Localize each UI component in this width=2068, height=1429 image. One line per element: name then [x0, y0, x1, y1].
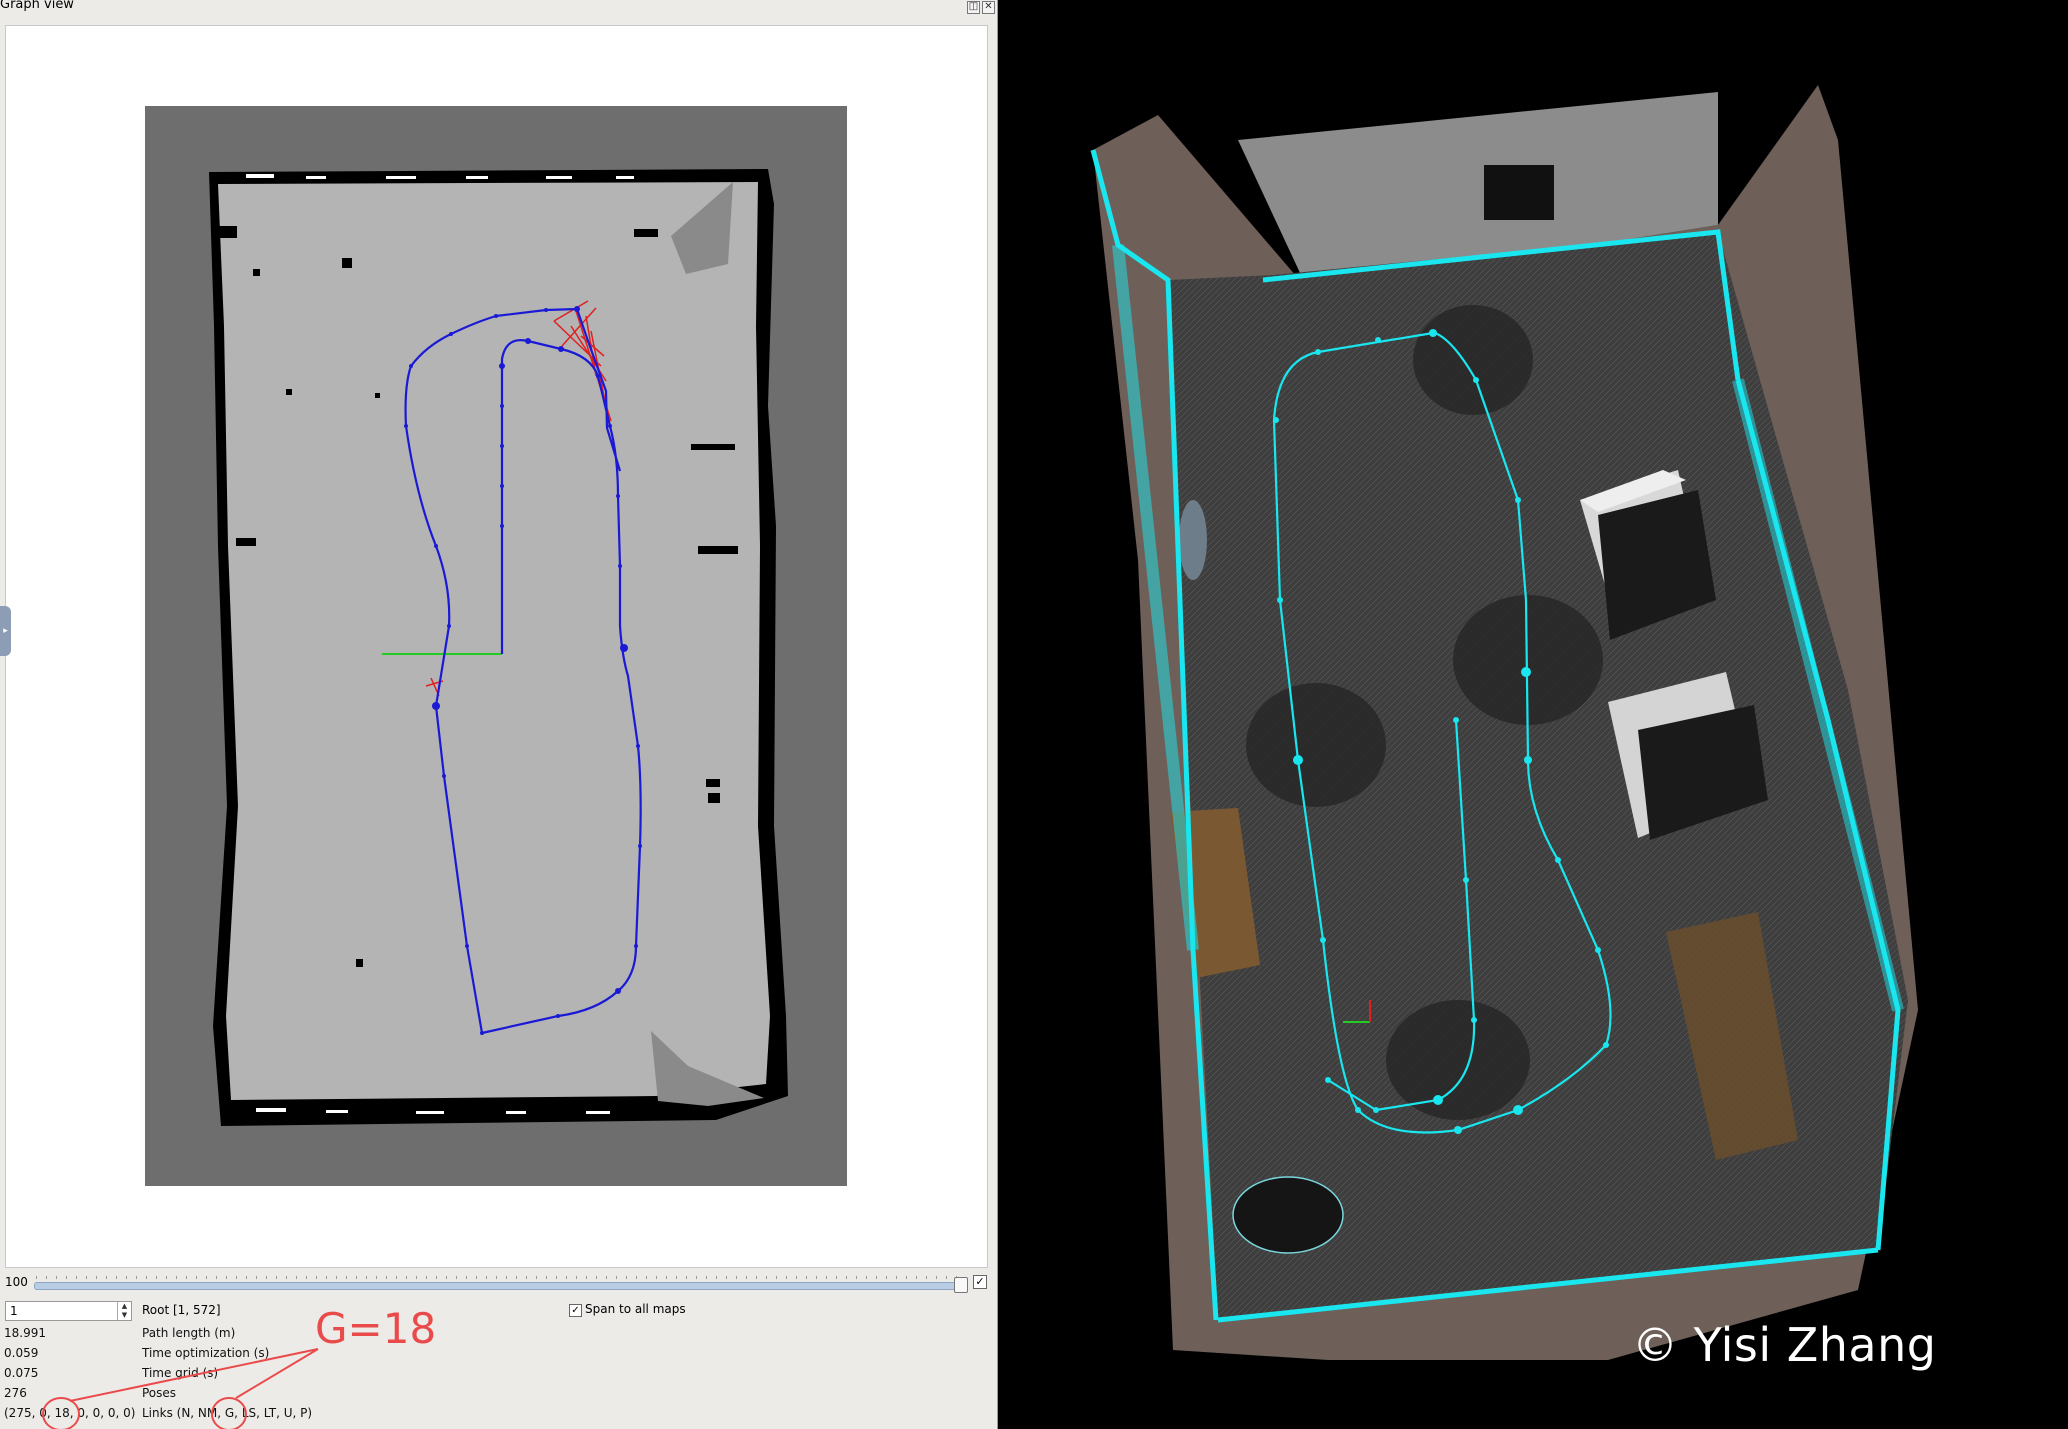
copyright-watermark: © Yisi Zhang [1632, 1318, 1937, 1372]
map-slider-handle[interactable] [954, 1277, 968, 1293]
slider-checkbox[interactable]: ✓ [973, 1275, 987, 1289]
span-all-maps-checkbox[interactable]: ✓ [569, 1304, 582, 1317]
slider-value: 100 [5, 1275, 28, 1289]
map-free-space [218, 182, 770, 1100]
corner-object [1232, 1176, 1344, 1254]
span-all-maps-label: Span to all maps [585, 1302, 686, 1316]
graph-view-panel: Graph view ◫ ✕ ▸ 100 ✓ 1 ▲ ▼ Root [1, 57… [0, 0, 998, 1429]
annotation-pointer-right [235, 1348, 319, 1399]
annotation-circle-g-value [42, 1397, 80, 1429]
point-cloud-render [1090, 85, 1918, 1360]
slider-ticks [36, 1276, 962, 1279]
annotation-text: G=18 [315, 1304, 437, 1353]
person-figure [1179, 500, 1207, 580]
wall-opening [1484, 165, 1554, 220]
annotation-pointer-left [69, 1348, 319, 1402]
side-panel-handle[interactable]: ▸ [0, 606, 11, 656]
point-cloud-3d-view[interactable] [998, 0, 2068, 1429]
annotation-circle-g-label [211, 1397, 247, 1429]
graph-canvas[interactable] [5, 25, 988, 1268]
close-button[interactable]: ✕ [982, 1, 995, 14]
occupancy-map [145, 106, 847, 1186]
panel-title-buttons: ◫ ✕ [967, 1, 995, 14]
map-slider-track[interactable] [34, 1282, 966, 1290]
panel-title: Graph view [0, 0, 74, 12]
float-button[interactable]: ◫ [967, 1, 980, 14]
